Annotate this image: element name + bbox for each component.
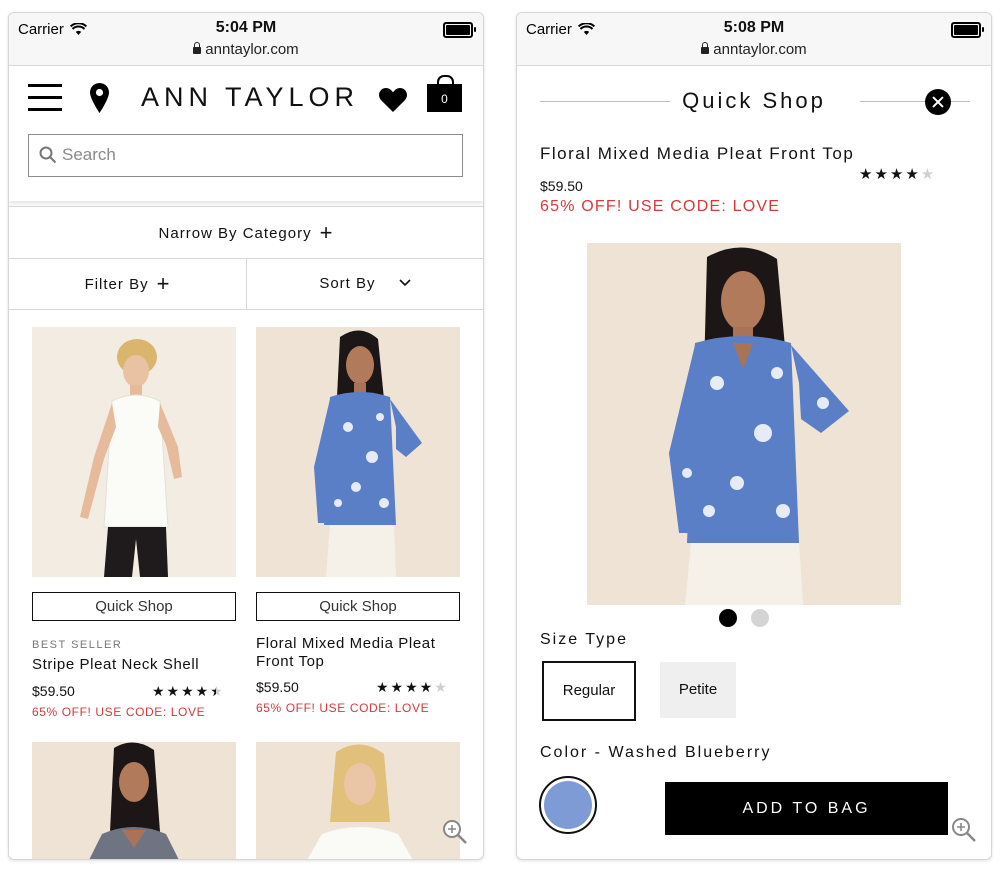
status-bar: Carrier 5:08 PM anntaylor.com — [517, 13, 991, 66]
url-bar[interactable]: anntaylor.com — [517, 41, 991, 58]
product-image[interactable] — [32, 742, 236, 859]
narrow-label: Narrow By Category — [158, 225, 312, 242]
url-bar[interactable]: anntaylor.com — [9, 41, 483, 58]
product-price: $59.50 — [32, 683, 75, 699]
product-image[interactable] — [32, 327, 236, 577]
add-to-bag-button[interactable]: ADD TO BAG — [665, 782, 948, 835]
hamburger-icon[interactable] — [28, 84, 62, 112]
sort-by-button[interactable]: Sort By — [247, 258, 483, 309]
brand-logo[interactable]: ANN TAYLOR — [141, 82, 359, 113]
search-placeholder: Search — [62, 145, 116, 164]
filter-label: Filter By — [84, 276, 149, 293]
plus-icon: + — [156, 271, 171, 296]
size-petite-button[interactable]: Petite — [660, 662, 736, 718]
size-type-label: Size Type — [540, 631, 628, 648]
product-image[interactable] — [587, 243, 901, 605]
battery-icon — [951, 22, 984, 38]
product-name[interactable]: Floral Mixed Media Pleat Front Top — [256, 635, 460, 671]
filter-sort-bar: Filter By + Sort By — [9, 258, 483, 310]
rating-stars: ★★★★★★ — [152, 683, 225, 699]
shopping-bag-icon[interactable]: 0 — [427, 75, 462, 112]
quick-shop-title: Quick Shop — [682, 88, 826, 113]
product-image[interactable] — [256, 327, 460, 577]
site-header: ANN TAYLOR 0 Search — [9, 66, 483, 201]
bag-count: 0 — [441, 92, 448, 106]
color-swatch-washed-blueberry[interactable] — [539, 776, 597, 834]
color-label: Color - Washed Blueberry — [540, 744, 772, 761]
url-text: anntaylor.com — [205, 41, 299, 58]
product-name[interactable]: Stripe Pleat Neck Shell — [32, 656, 236, 674]
filter-by-button[interactable]: Filter By + — [9, 258, 246, 309]
carousel-dot[interactable] — [751, 609, 769, 627]
plus-icon: + — [319, 220, 334, 245]
phone-screen-quick-shop: Carrier 5:08 PM anntaylor.com Quick Shop… — [516, 12, 992, 860]
quick-shop-button[interactable]: Quick Shop — [256, 592, 460, 621]
zoom-icon[interactable] — [442, 819, 468, 845]
phone-screen-listing: Carrier 5:04 PM anntaylor.com ANN TAYLOR… — [8, 12, 484, 860]
product-price: $59.50 — [540, 178, 583, 194]
search-icon — [39, 146, 57, 164]
status-time: 5:08 PM — [723, 19, 785, 36]
location-pin-icon[interactable] — [90, 83, 109, 113]
heart-icon[interactable] — [379, 88, 407, 112]
best-seller-badge: BEST SELLER — [32, 639, 123, 651]
product-price: $59.50 — [256, 679, 299, 695]
url-text: anntaylor.com — [713, 41, 807, 58]
rating-stars: ★★★★★ — [859, 166, 937, 183]
lock-icon — [193, 42, 202, 54]
quick-shop-button[interactable]: Quick Shop — [32, 592, 236, 621]
chevron-down-icon — [399, 279, 411, 287]
zoom-icon[interactable] — [951, 817, 977, 843]
product-image[interactable] — [256, 742, 460, 859]
search-input[interactable]: Search — [28, 134, 463, 177]
narrow-by-category-button[interactable]: Narrow By Category + — [9, 206, 483, 259]
promo-text: 65% OFF! USE CODE: LOVE — [540, 198, 781, 215]
size-regular-button[interactable]: Regular — [542, 661, 636, 721]
promo-text: 65% OFF! USE CODE: LOVE — [256, 701, 430, 715]
rating-stars: ★★★★★ — [376, 679, 449, 695]
close-icon[interactable] — [925, 89, 951, 115]
product-name: Floral Mixed Media Pleat Front Top — [540, 144, 855, 163]
sort-label: Sort By — [319, 275, 376, 292]
promo-text: 65% OFF! USE CODE: LOVE — [32, 705, 206, 719]
battery-icon — [443, 22, 476, 38]
status-time: 5:04 PM — [215, 19, 277, 36]
carousel-dot-active[interactable] — [719, 609, 737, 627]
lock-icon — [701, 42, 710, 54]
status-bar: Carrier 5:04 PM anntaylor.com — [9, 13, 483, 66]
